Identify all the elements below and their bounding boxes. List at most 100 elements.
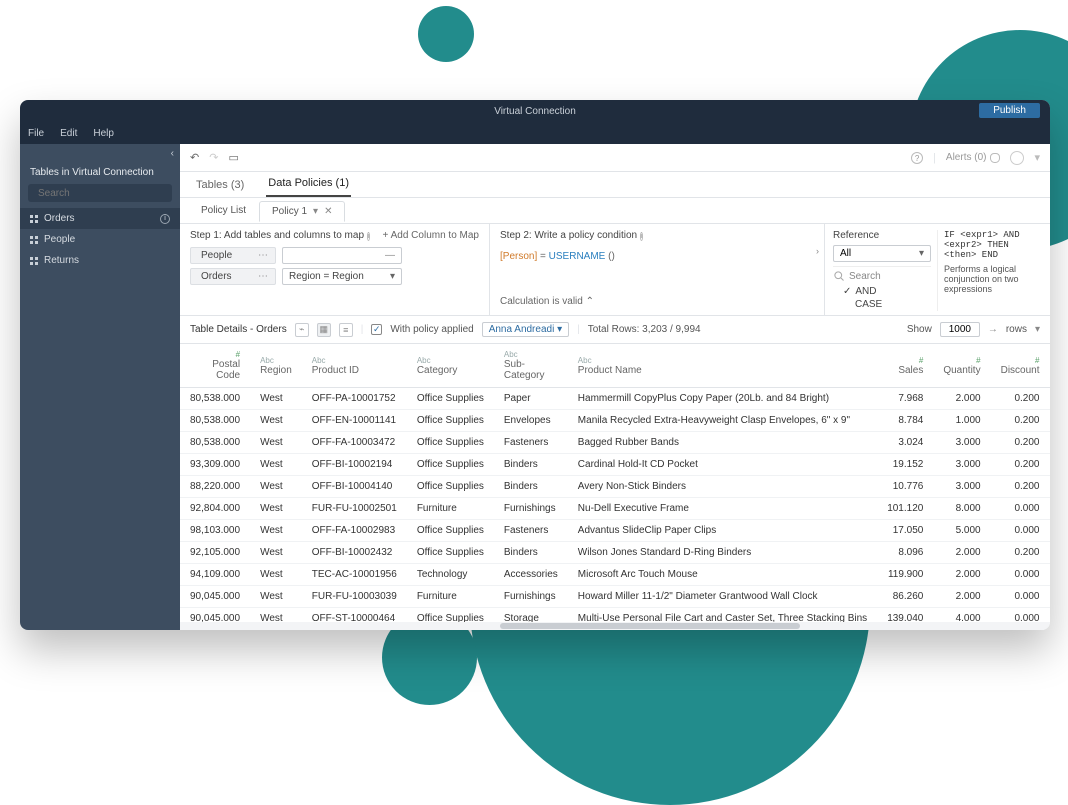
table-row[interactable]: 90,045.000WestOFF-ST-10000464Office Supp… [180, 608, 1050, 623]
column-label: Product ID [312, 365, 359, 376]
column-header-disc[interactable]: #Discount [991, 344, 1050, 388]
sidebar-item-returns[interactable]: Returns [20, 250, 180, 271]
column-label: Sales [898, 365, 923, 376]
table-details-bar: Table Details - Orders ⌁ ▦ ≡ | ✓ With po… [180, 316, 1050, 344]
rows-input[interactable] [940, 322, 980, 337]
sidebar-search[interactable] [28, 184, 172, 202]
table-row[interactable]: 94,109.000WestTEC-AC-10001956TechnologyA… [180, 564, 1050, 586]
sidebar-collapse-icon[interactable]: ‹ [171, 148, 174, 159]
condition-editor[interactable]: [Person] = USERNAME () [500, 247, 814, 296]
cell-sales: 119.900 [877, 564, 933, 586]
tab-policy-1-label: Policy 1 [272, 206, 307, 217]
sidebar-search-input[interactable] [38, 188, 170, 199]
menu-file[interactable]: File [28, 128, 44, 139]
tab-menu-caret-icon[interactable]: ▾ [313, 206, 318, 217]
cell-disc: 0.200 [991, 388, 1050, 410]
impersonate-user-select[interactable]: Anna Andreadi ▾ [482, 322, 569, 337]
column-header-pid[interactable]: AbcProduct ID [302, 344, 407, 388]
list-view-icon[interactable]: ≡ [339, 323, 353, 337]
scrollbar-thumb[interactable] [500, 623, 800, 629]
cell-sales: 7.968 [877, 388, 933, 410]
type-icon: Abc [417, 356, 484, 365]
user-avatar-icon[interactable] [1010, 151, 1024, 165]
user-menu-caret-icon[interactable]: ▾ [1034, 151, 1040, 164]
cell-postal: 90,045.000 [180, 608, 250, 623]
cell-region: West [250, 432, 302, 454]
more-icon[interactable]: ⋯ [258, 250, 269, 261]
column-header-sales[interactable]: #Sales [877, 344, 933, 388]
cell-pid: OFF-ST-10000464 [302, 608, 407, 623]
cell-disc: 0.200 [991, 476, 1050, 498]
redo-icon[interactable]: ↷ [209, 151, 218, 164]
more-icon[interactable]: ⋯ [258, 271, 269, 282]
table-chip[interactable]: People⋯ [190, 247, 276, 264]
menu-help[interactable]: Help [93, 128, 114, 139]
add-column-button[interactable]: + Add Column to Map [383, 230, 479, 241]
rows-arrow-icon[interactable]: → [988, 324, 998, 335]
cell-disc: 0.200 [991, 542, 1050, 564]
table-row[interactable]: 90,045.000WestFUR-FU-10003039FurnitureFu… [180, 586, 1050, 608]
cell-qty: 3.000 [933, 432, 990, 454]
toolstrip: ↶ ↷ ▭ ? | Alerts (0) ▾ [180, 144, 1050, 172]
publish-button[interactable]: Publish [979, 103, 1040, 118]
data-grid[interactable]: #Postal CodeAbcRegionAbcProduct IDAbcCat… [180, 344, 1050, 622]
table-chip[interactable]: Orders⋯ [190, 268, 276, 285]
cell-qty: 2.000 [933, 388, 990, 410]
column-header-region[interactable]: AbcRegion [250, 344, 302, 388]
table-row[interactable]: 93,309.000WestOFF-BI-10002194Office Supp… [180, 454, 1050, 476]
column-header-postal[interactable]: #Postal Code [180, 344, 250, 388]
column-header-pname[interactable]: AbcProduct Name [568, 344, 877, 388]
remove-icon[interactable]: — [385, 250, 395, 261]
save-icon[interactable]: ▭ [228, 151, 238, 164]
close-tab-icon[interactable]: ✕ [324, 206, 332, 217]
horizontal-scrollbar[interactable] [180, 622, 1050, 630]
collapse-ref-icon[interactable]: › [816, 246, 819, 256]
tab-policy-1[interactable]: Policy 1 ▾ ✕ [259, 201, 345, 222]
grid-view-icon[interactable]: ▦ [317, 323, 331, 337]
type-icon: # [1001, 356, 1040, 365]
column-header-cat[interactable]: AbcCategory [407, 344, 494, 388]
table-row[interactable]: 98,103.000WestOFF-FA-10002983Office Supp… [180, 520, 1050, 542]
column-header-qty[interactable]: #Quantity [933, 344, 990, 388]
info-icon[interactable]: i [160, 214, 170, 224]
sidebar-item-orders[interactable]: Ordersi [20, 208, 180, 229]
cell-sales: 139.040 [877, 608, 933, 623]
rows-caret-icon[interactable]: ▾ [1035, 324, 1040, 335]
tab-tables[interactable]: Tables (3) [194, 179, 246, 197]
tab-policy-list[interactable]: Policy List [188, 200, 259, 221]
table-row[interactable]: 80,538.000WestOFF-PA-10001752Office Supp… [180, 388, 1050, 410]
mapping-select[interactable]: Region = Region▾ [282, 268, 402, 285]
help-icon[interactable]: ? [911, 152, 923, 164]
reference-filter-select[interactable]: All▾ [833, 245, 931, 262]
table-row[interactable]: 92,804.000WestFUR-FU-10002501FurnitureFu… [180, 498, 1050, 520]
tag-icon[interactable]: ⌁ [295, 323, 309, 337]
reference-syntax: IF <expr1> AND <expr2> THEN <then> END [944, 230, 1042, 260]
top-tabs: Tables (3) Data Policies (1) [180, 172, 1050, 198]
reference-item[interactable]: ✓AND [833, 285, 931, 298]
info-icon[interactable]: i [640, 232, 644, 241]
table-row[interactable]: 92,105.000WestOFF-BI-10002432Office Supp… [180, 542, 1050, 564]
cell-pname: Nu-Dell Executive Frame [568, 498, 877, 520]
cell-region: West [250, 388, 302, 410]
reference-item[interactable]: CASE [833, 298, 931, 311]
cell-pid: OFF-BI-10002432 [302, 542, 407, 564]
tab-data-policies[interactable]: Data Policies (1) [266, 177, 351, 197]
mapping-select[interactable]: — [282, 247, 402, 264]
reference-search[interactable]: Search [833, 266, 931, 285]
undo-icon[interactable]: ↶ [190, 151, 199, 164]
menu-edit[interactable]: Edit [60, 128, 77, 139]
cell-sales: 101.120 [877, 498, 933, 520]
table-row[interactable]: 80,538.000WestOFF-FA-10003472Office Supp… [180, 432, 1050, 454]
cell-sales: 17.050 [877, 520, 933, 542]
with-policy-checkbox[interactable]: ✓ [371, 324, 382, 335]
alerts-button[interactable]: Alerts (0) [946, 152, 1001, 163]
column-header-subcat[interactable]: AbcSub-Category [494, 344, 568, 388]
sidebar-item-people[interactable]: People [20, 229, 180, 250]
cell-disc: 0.200 [991, 432, 1050, 454]
column-header-profit[interactable]: #Profit [1050, 344, 1051, 388]
titlebar: Virtual Connection Publish [20, 100, 1050, 122]
table-row[interactable]: 80,538.000WestOFF-EN-10001141Office Supp… [180, 410, 1050, 432]
table-row[interactable]: 88,220.000WestOFF-BI-10004140Office Supp… [180, 476, 1050, 498]
calc-valid-label[interactable]: Calculation is valid ⌃ [500, 296, 814, 307]
info-icon[interactable]: i [367, 232, 371, 241]
